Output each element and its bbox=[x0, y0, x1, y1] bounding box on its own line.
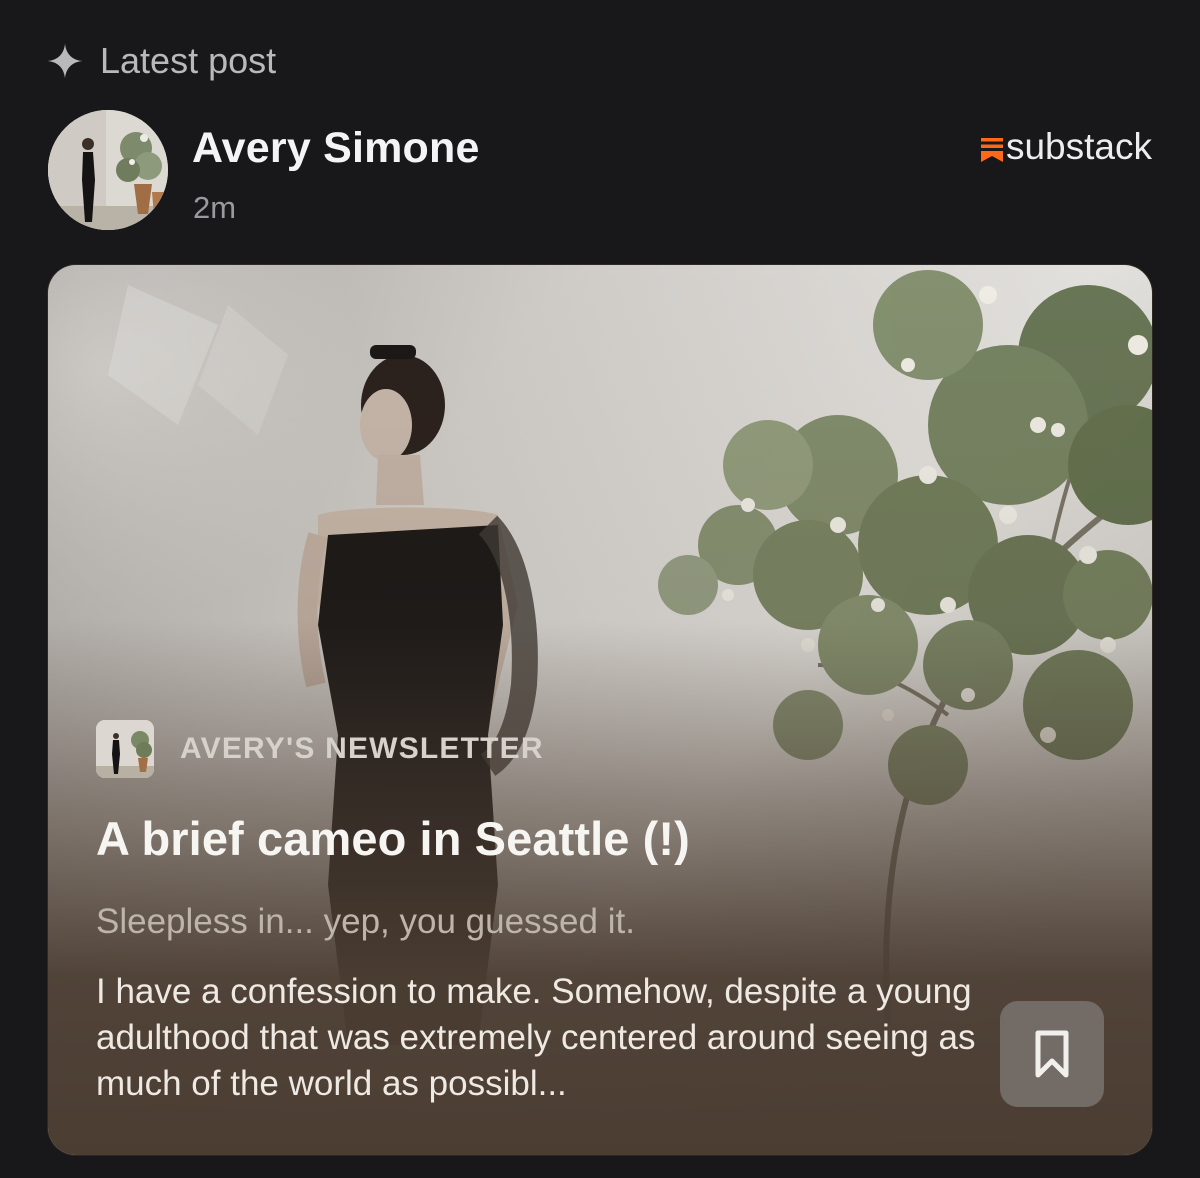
bookmark-button[interactable] bbox=[1000, 1001, 1104, 1107]
latest-post-screen: Latest post Avery Simone 2m substack AVE… bbox=[0, 0, 1200, 1178]
section-label: Latest post bbox=[100, 40, 277, 81]
post-subtitle: Sleepless in... yep, you guessed it. bbox=[96, 902, 635, 941]
author-row[interactable]: Avery Simone 2m substack bbox=[48, 108, 1152, 232]
avatar[interactable] bbox=[48, 110, 168, 230]
bookmark-icon bbox=[1035, 1030, 1069, 1078]
substack-logo-icon bbox=[980, 138, 1003, 162]
brand-name: substack bbox=[1005, 126, 1152, 167]
author-name[interactable]: Avery Simone bbox=[192, 124, 480, 173]
publication-logo bbox=[96, 720, 154, 778]
substack-logo[interactable]: substack bbox=[980, 126, 1152, 168]
post-title[interactable]: A brief cameo in Seattle (!) bbox=[96, 811, 690, 866]
publication-name: AVERY'S NEWSLETTER bbox=[180, 732, 544, 765]
section-header: Latest post bbox=[46, 40, 276, 82]
sparkle-icon bbox=[47, 43, 83, 79]
post-excerpt: I have a confession to make. Somehow, de… bbox=[96, 972, 976, 1103]
publication-row[interactable]: AVERY'S NEWSLETTER bbox=[96, 720, 544, 778]
post-timestamp: 2m bbox=[193, 190, 237, 225]
post-card[interactable]: AVERY'S NEWSLETTER A brief cameo in Seat… bbox=[48, 265, 1152, 1155]
